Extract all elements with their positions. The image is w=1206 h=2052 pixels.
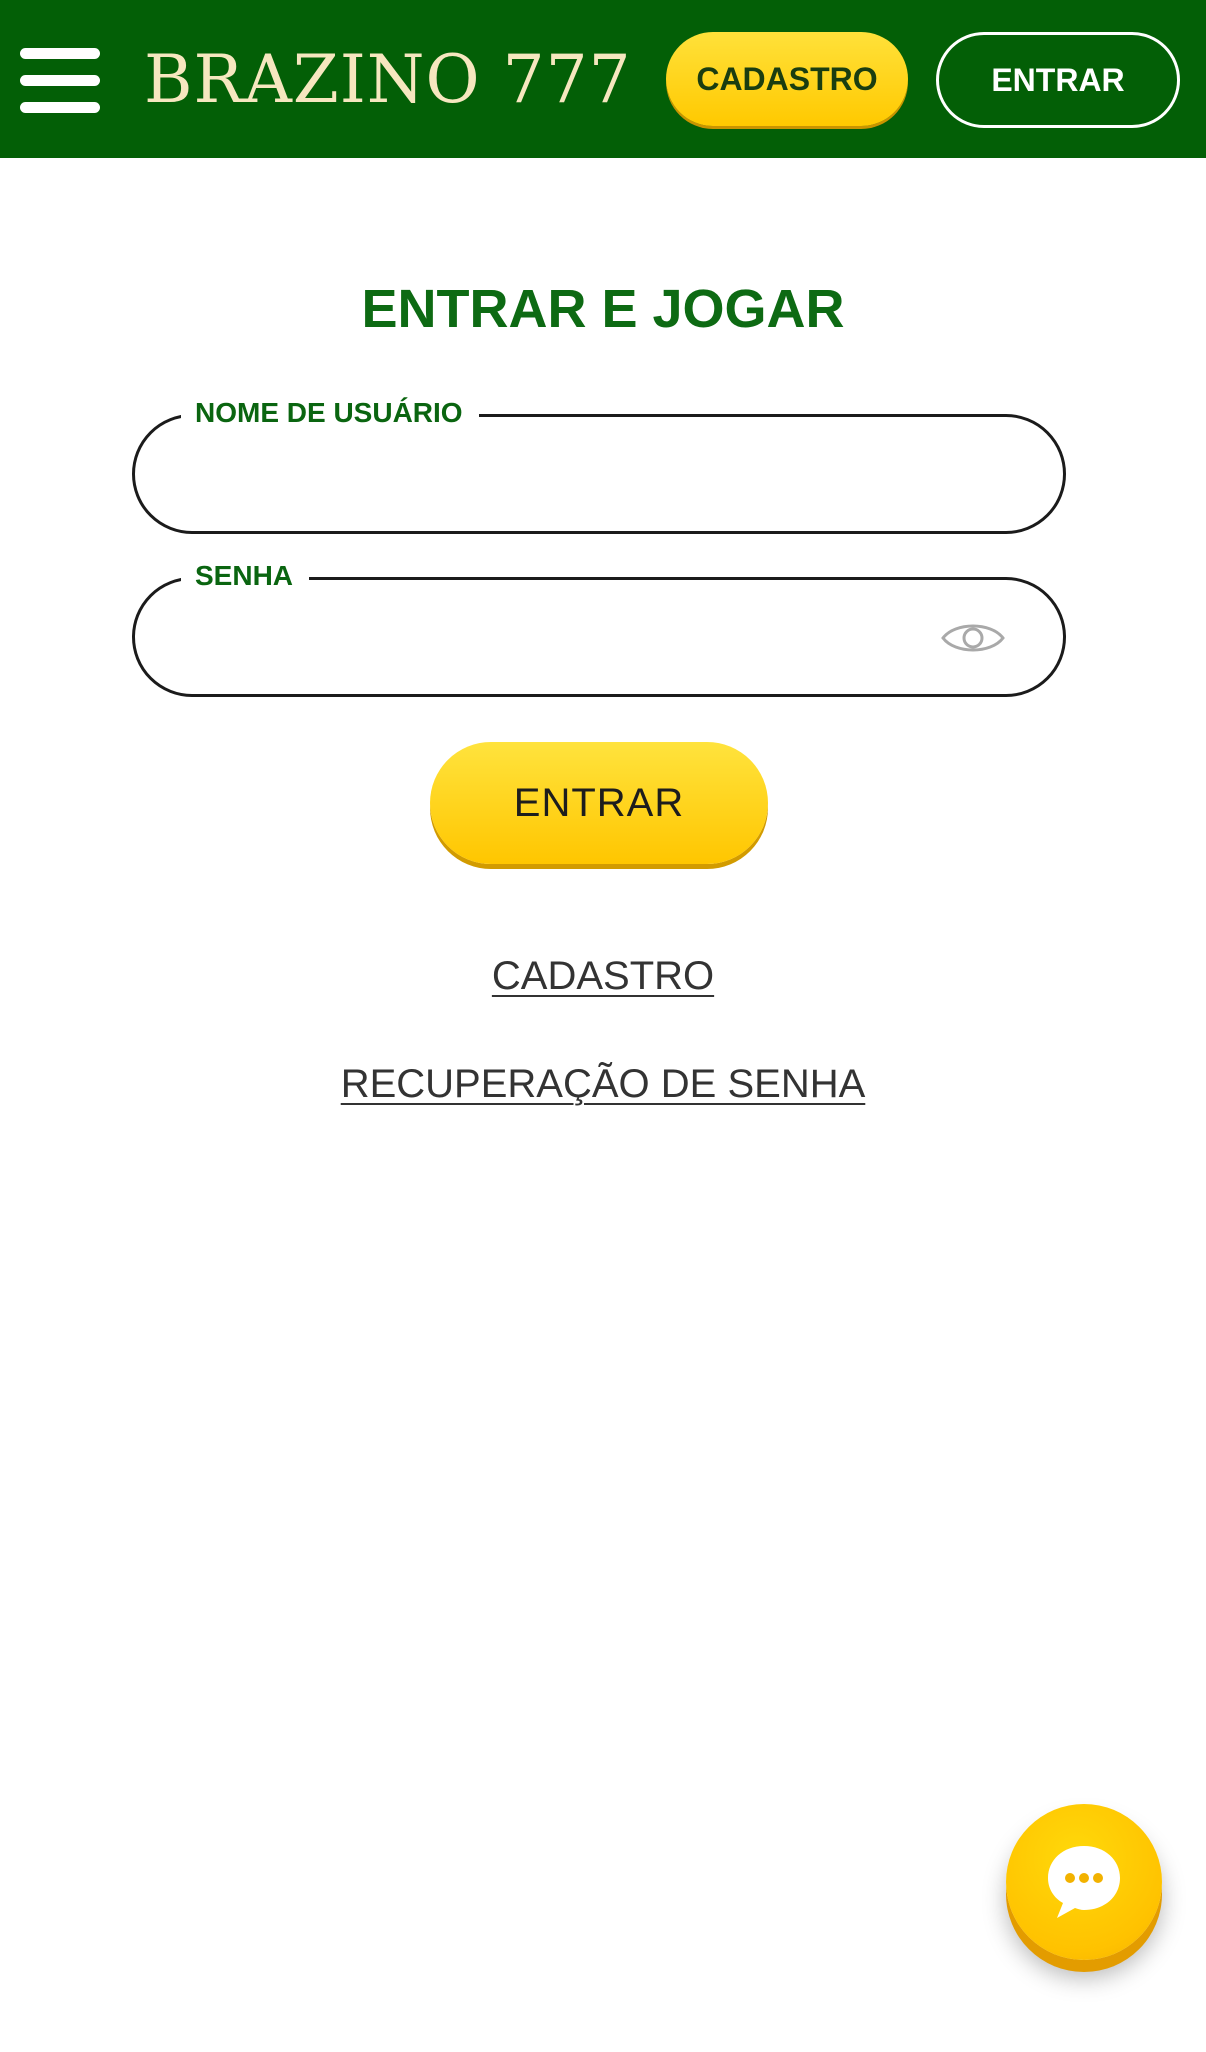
header-login-button[interactable]: ENTRAR bbox=[936, 32, 1180, 128]
eye-icon[interactable] bbox=[941, 618, 1005, 658]
menu-bar bbox=[20, 102, 100, 113]
brand-logo[interactable]: BRAZINO 777 bbox=[144, 36, 632, 124]
register-link[interactable]: CADASTRO bbox=[0, 948, 1206, 1004]
login-submit-button[interactable]: ENTRAR bbox=[430, 742, 768, 864]
menu-bar bbox=[20, 48, 100, 59]
password-recovery-link-text: RECUPERAÇÃO DE SENHA bbox=[340, 1062, 866, 1106]
header-register-button[interactable]: CADASTRO bbox=[666, 32, 908, 126]
hamburger-menu-icon[interactable] bbox=[20, 46, 100, 114]
password-recovery-link[interactable]: RECUPERAÇÃO DE SENHA bbox=[0, 1056, 1206, 1112]
password-input[interactable] bbox=[193, 608, 957, 670]
menu-bar bbox=[20, 75, 100, 86]
chat-bubble-icon bbox=[1048, 1846, 1120, 1918]
page-title: ENTRAR E JOGAR bbox=[361, 279, 845, 339]
password-label: SENHA bbox=[181, 554, 310, 598]
username-label: NOME DE USUÁRIO bbox=[181, 391, 479, 435]
top-header: BRAZINO 777 CADASTRO ENTRAR bbox=[0, 0, 1206, 158]
register-link-text: CADASTRO bbox=[491, 954, 715, 998]
password-field[interactable]: SENHA bbox=[132, 554, 1066, 697]
chat-button[interactable] bbox=[1006, 1804, 1162, 1960]
username-field[interactable]: NOME DE USUÁRIO bbox=[132, 391, 1066, 534]
username-input[interactable] bbox=[193, 445, 957, 507]
